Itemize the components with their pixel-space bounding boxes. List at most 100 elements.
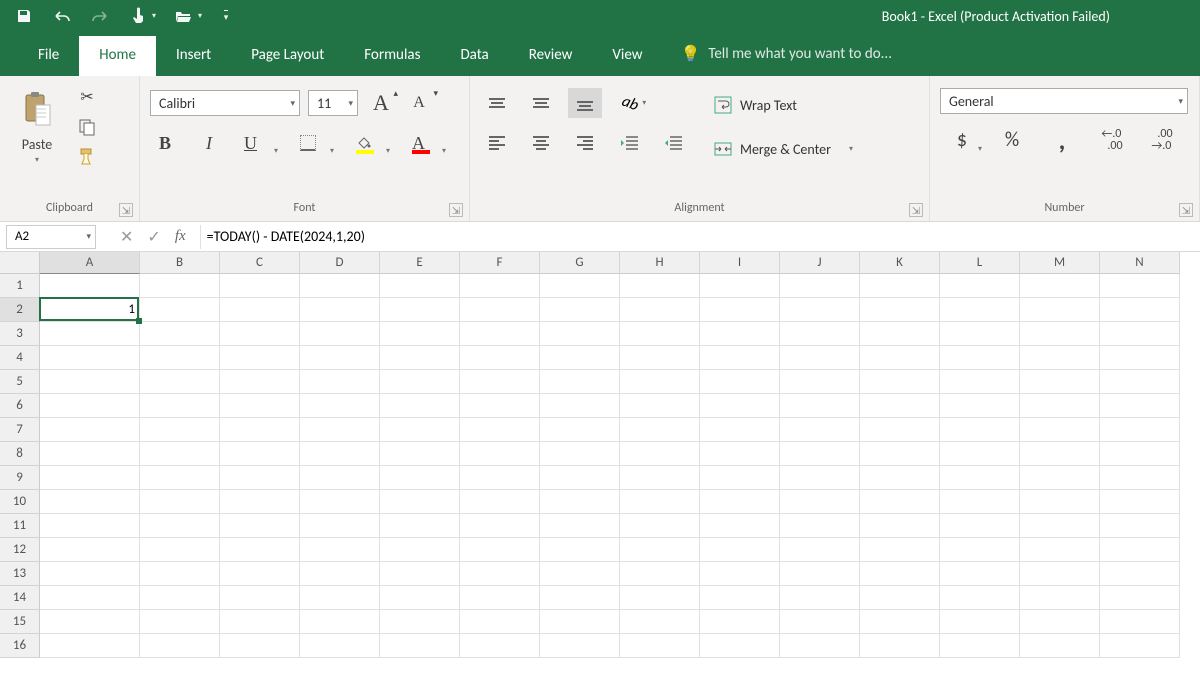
cell[interactable]: [940, 586, 1020, 610]
cell[interactable]: [620, 274, 700, 298]
cell[interactable]: [140, 370, 220, 394]
cell[interactable]: [1100, 418, 1180, 442]
cell[interactable]: [140, 298, 220, 322]
cell[interactable]: [300, 442, 380, 466]
column-header[interactable]: F: [460, 252, 540, 274]
column-header[interactable]: D: [300, 252, 380, 274]
cell[interactable]: [860, 538, 940, 562]
cell[interactable]: [860, 418, 940, 442]
cell[interactable]: [540, 346, 620, 370]
column-header[interactable]: C: [220, 252, 300, 274]
cell[interactable]: [220, 418, 300, 442]
cell[interactable]: [140, 586, 220, 610]
cell[interactable]: [220, 274, 300, 298]
cell[interactable]: [460, 562, 540, 586]
cell[interactable]: [220, 490, 300, 514]
cell[interactable]: [940, 634, 1020, 658]
tab-file[interactable]: File: [18, 36, 79, 76]
cell[interactable]: [940, 490, 1020, 514]
cell[interactable]: [380, 466, 460, 490]
cell[interactable]: [1100, 562, 1180, 586]
comma-format-button[interactable]: ,: [1040, 124, 1084, 156]
cell[interactable]: [1100, 610, 1180, 634]
cell[interactable]: [940, 442, 1020, 466]
cell[interactable]: [700, 586, 780, 610]
cell[interactable]: [460, 442, 540, 466]
cell[interactable]: [1020, 514, 1100, 538]
cell[interactable]: [620, 418, 700, 442]
cell[interactable]: [780, 322, 860, 346]
cell[interactable]: [940, 514, 1020, 538]
column-header[interactable]: B: [140, 252, 220, 274]
cell[interactable]: [40, 562, 140, 586]
cell[interactable]: [40, 610, 140, 634]
row-header[interactable]: 14: [0, 586, 40, 610]
cell[interactable]: [140, 562, 220, 586]
qat-customize-button[interactable]: ▾: [220, 6, 232, 26]
cell[interactable]: [1100, 490, 1180, 514]
cell[interactable]: [460, 322, 540, 346]
row-header[interactable]: 9: [0, 466, 40, 490]
cell[interactable]: [380, 346, 460, 370]
insert-function-button[interactable]: fx: [175, 228, 186, 245]
row-header[interactable]: 6: [0, 394, 40, 418]
cell[interactable]: [780, 538, 860, 562]
cell[interactable]: [460, 274, 540, 298]
cell[interactable]: [1020, 610, 1100, 634]
align-right-button[interactable]: [568, 128, 602, 158]
cell[interactable]: [860, 442, 940, 466]
cell[interactable]: [540, 394, 620, 418]
cell[interactable]: [220, 514, 300, 538]
cell[interactable]: [40, 490, 140, 514]
cell[interactable]: [40, 394, 140, 418]
column-header[interactable]: K: [860, 252, 940, 274]
cell[interactable]: [540, 418, 620, 442]
cell[interactable]: [380, 514, 460, 538]
cell[interactable]: [380, 586, 460, 610]
cell[interactable]: [220, 370, 300, 394]
cell[interactable]: [700, 370, 780, 394]
cell[interactable]: [700, 514, 780, 538]
cell[interactable]: [300, 514, 380, 538]
column-header[interactable]: G: [540, 252, 620, 274]
cell[interactable]: [1100, 394, 1180, 418]
cell[interactable]: [460, 466, 540, 490]
cell[interactable]: [540, 442, 620, 466]
cell[interactable]: [940, 610, 1020, 634]
cell[interactable]: [940, 322, 1020, 346]
font-size-combo[interactable]: 11▾: [308, 90, 358, 116]
cell[interactable]: [780, 298, 860, 322]
cell[interactable]: [460, 394, 540, 418]
cell[interactable]: [620, 538, 700, 562]
cell[interactable]: [780, 466, 860, 490]
increase-decimal-button[interactable]: ←.0.00: [1090, 124, 1134, 156]
cell[interactable]: [700, 346, 780, 370]
cell[interactable]: [220, 394, 300, 418]
column-header[interactable]: E: [380, 252, 460, 274]
cell[interactable]: [620, 370, 700, 394]
cell[interactable]: [300, 370, 380, 394]
font-color-button[interactable]: A▾: [406, 128, 448, 158]
cell[interactable]: [620, 586, 700, 610]
cell[interactable]: [700, 394, 780, 418]
cell[interactable]: [780, 418, 860, 442]
cell[interactable]: [780, 490, 860, 514]
cell[interactable]: [380, 562, 460, 586]
row-header[interactable]: 10: [0, 490, 40, 514]
cell[interactable]: [540, 634, 620, 658]
cell[interactable]: [1100, 274, 1180, 298]
cell[interactable]: [1100, 538, 1180, 562]
cell[interactable]: [220, 298, 300, 322]
column-header[interactable]: A: [40, 252, 140, 274]
cell[interactable]: [140, 466, 220, 490]
cell[interactable]: [620, 610, 700, 634]
cell[interactable]: [540, 514, 620, 538]
cell[interactable]: [140, 418, 220, 442]
cell[interactable]: [1100, 586, 1180, 610]
cell[interactable]: [620, 514, 700, 538]
cell[interactable]: [940, 466, 1020, 490]
increase-font-button[interactable]: A: [366, 88, 396, 118]
cell[interactable]: [700, 466, 780, 490]
cell[interactable]: [540, 586, 620, 610]
cell[interactable]: [780, 562, 860, 586]
